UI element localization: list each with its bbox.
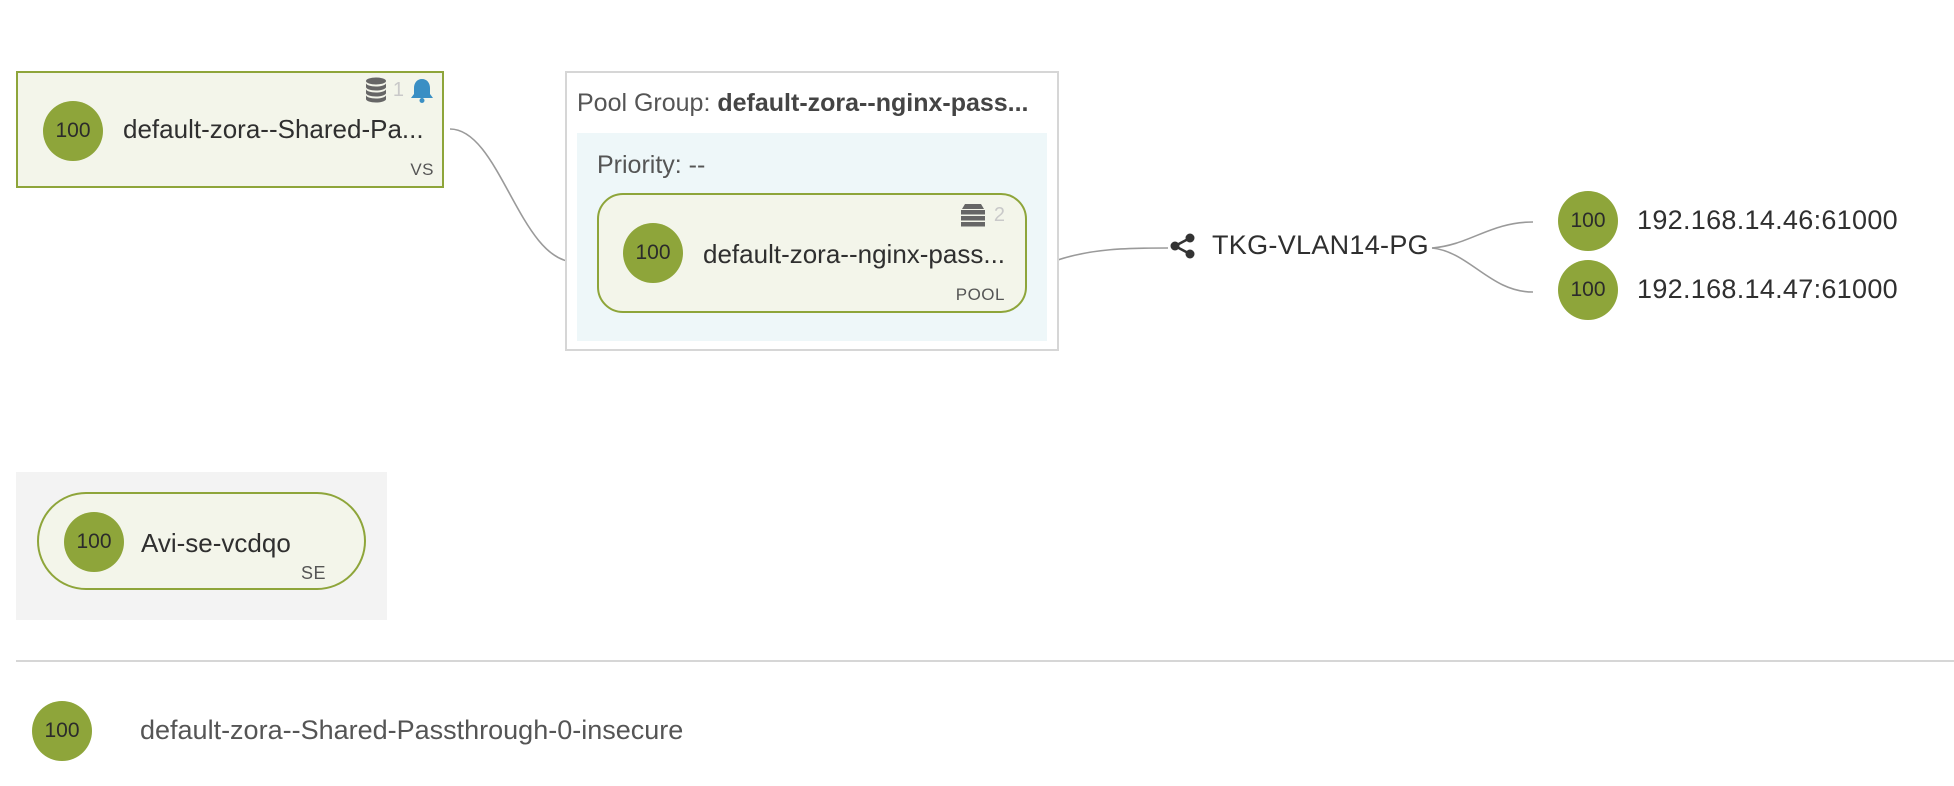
virtual-service-node[interactable]: 100 default-zora--Shared-Pa... 1 VS [16, 71, 444, 188]
footer-health-score: 100 [32, 701, 92, 761]
vs-to-pool-connector [449, 128, 576, 263]
pool-type-label: POOL [955, 285, 1005, 304]
se-health-score: 100 [64, 512, 124, 572]
pool-group-name: default-zora--nginx-pass... [717, 89, 1029, 117]
priority-group: Priority: -- 100 default-zora--nginx-pas… [577, 133, 1047, 341]
vs-name: default-zora--Shared-Pa... [123, 114, 424, 144]
pool-to-network-connector [1051, 247, 1169, 263]
footer-vs-name: default-zora--Shared-Passthrough-0-insec… [140, 715, 684, 745]
pool-server-count: 2 [993, 203, 1005, 226]
vs-type-label: VS [410, 160, 434, 179]
pool-group-title-prefix: Pool Group: [577, 89, 711, 117]
pool-server-count-badge: 2 [960, 203, 1005, 227]
share-network-icon [1170, 233, 1195, 258]
section-divider [16, 660, 1954, 662]
service-engine-group: 100 Avi-se-vcdqo SE [16, 472, 387, 620]
priority-label: Priority: -- [597, 151, 706, 179]
network-node[interactable]: TKG-VLAN14-PG [1170, 230, 1429, 261]
network-to-server-2-connector [1431, 247, 1534, 293]
pool-group-node[interactable]: Pool Group: default-zora--nginx-pass... … [565, 71, 1059, 351]
server-stack-icon [960, 204, 985, 227]
database-icon [365, 77, 386, 103]
server-1-address[interactable]: 192.168.14.46:61000 [1637, 205, 1898, 236]
vs-health-score: 100 [43, 101, 103, 161]
pool-node[interactable]: 100 default-zora--nginx-pass... 2 POOL [597, 193, 1027, 313]
network-to-server-1-connector [1431, 221, 1534, 249]
se-name: Avi-se-vcdqo [141, 528, 291, 558]
network-name: TKG-VLAN14-PG [1212, 230, 1429, 260]
pool-group-title: Pool Group: default-zora--nginx-pass... [577, 89, 1047, 118]
vs-alert-count: 1 [392, 78, 404, 101]
pool-name: default-zora--nginx-pass... [703, 239, 1006, 269]
pool-health-score: 100 [623, 223, 683, 283]
service-engine-node[interactable]: 100 Avi-se-vcdqo SE [37, 492, 366, 590]
server-2-health-score[interactable]: 100 [1558, 260, 1618, 320]
server-1-health-score[interactable]: 100 [1558, 191, 1618, 251]
server-2-address[interactable]: 192.168.14.47:61000 [1637, 274, 1898, 305]
bell-icon[interactable] [410, 77, 434, 103]
vs-alerts[interactable]: 1 [365, 77, 434, 103]
se-type-label: SE [300, 563, 326, 583]
